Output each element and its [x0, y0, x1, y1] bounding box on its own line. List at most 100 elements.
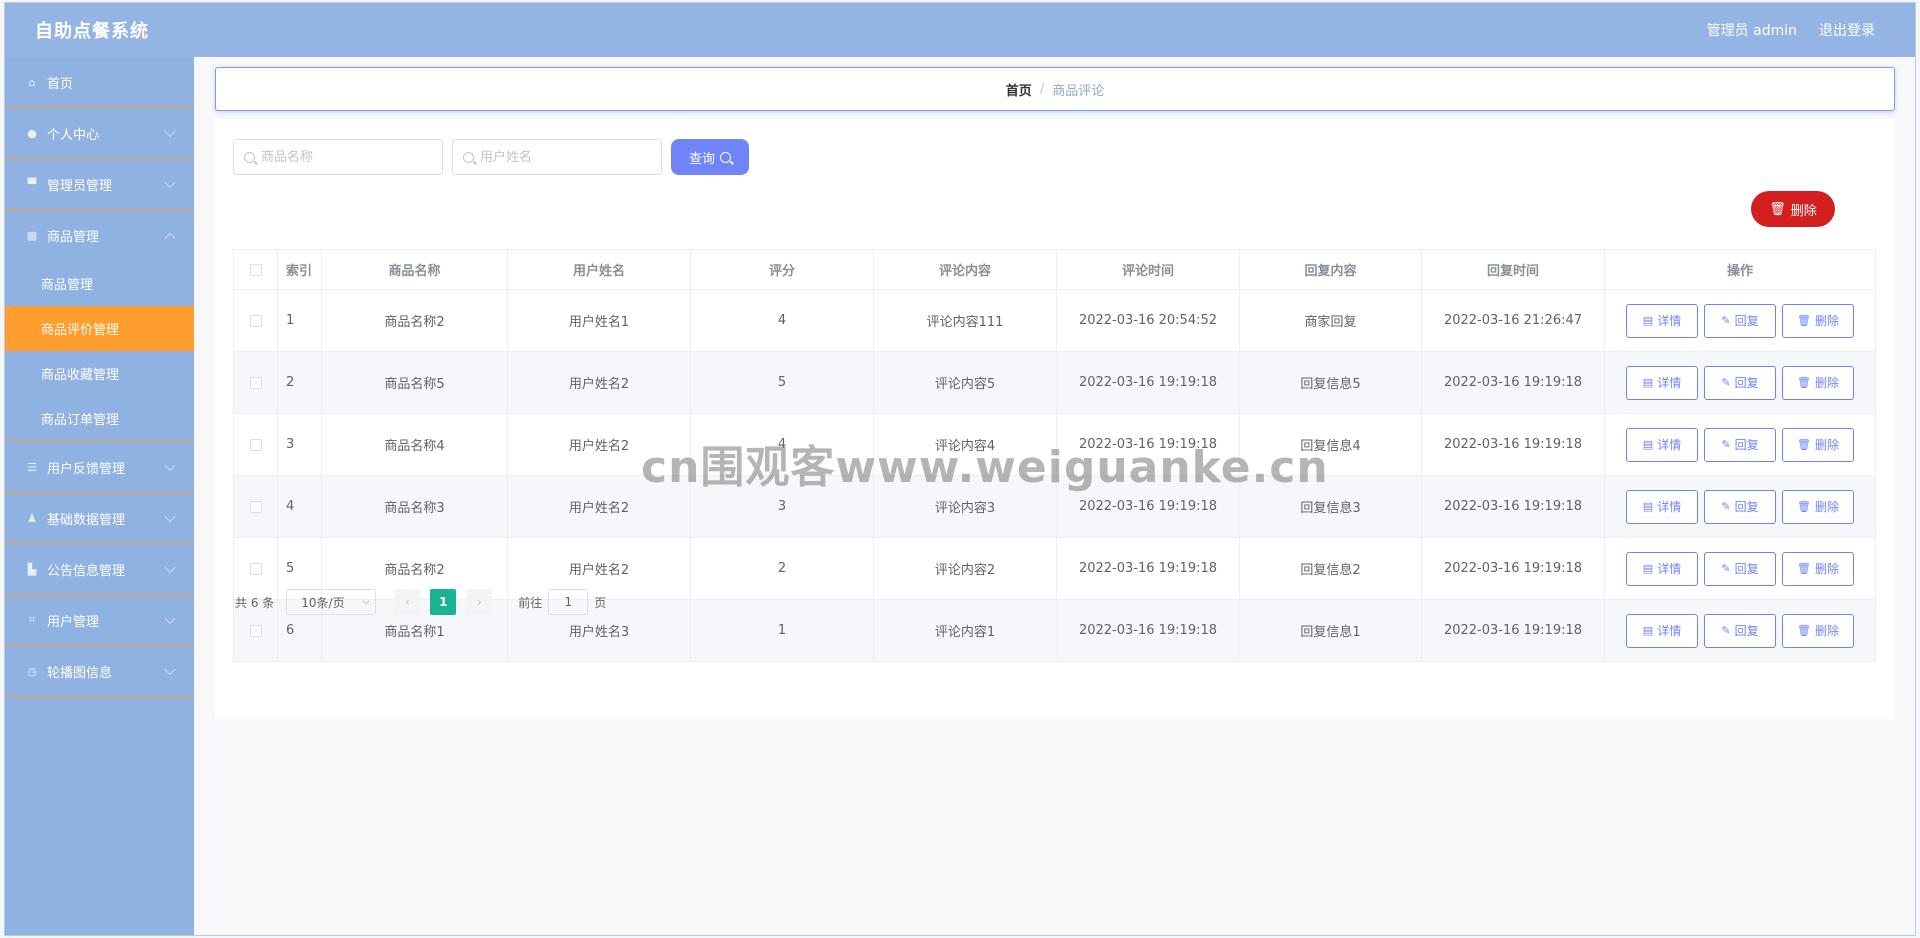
watermark-text: cn围观客www.weiguanke.cn: [641, 442, 1329, 493]
cell-comment-time: 2022-03-16 19:19:18: [1056, 599, 1240, 662]
cell-index: 2: [277, 351, 322, 414]
home-icon: ⌂: [28, 75, 36, 89]
table-row: 2 商品名称5 用户姓名2 5 评论内容5 2022-03-16 19:19:1…: [233, 351, 1876, 414]
sidebar-item-feedback-management[interactable]: ☰ 用户反馈管理: [5, 442, 194, 493]
query-label: 查询: [688, 151, 715, 167]
sidebar-item-notice-management[interactable]: ▙ 公告信息管理: [5, 544, 194, 595]
detail-button[interactable]: ▤ 详情: [1626, 551, 1698, 586]
cell-comment-time: 2022-03-16 19:19:18: [1056, 537, 1240, 600]
row-checkbox[interactable]: [249, 500, 262, 513]
row-select-cell: [233, 351, 278, 414]
prev-page-button[interactable]: ‹: [394, 589, 421, 615]
submenu-item-product-favorites[interactable]: 商品收藏管理: [5, 351, 194, 396]
sidebar-item-product-management[interactable]: ▦ 商品管理: [5, 210, 194, 261]
sidebar-item-admin-management[interactable]: ▀ 管理员管理: [5, 159, 194, 210]
column-header: 索引: [277, 249, 322, 290]
reply-label: 回复: [1734, 314, 1759, 328]
cell-comment-time: 2022-03-16 20:54:52: [1056, 289, 1240, 352]
row-checkbox[interactable]: [249, 314, 262, 327]
select-all-checkbox[interactable]: [249, 263, 262, 276]
row-select-cell: [233, 413, 278, 476]
sidebar-item-label: 用户管理: [47, 614, 100, 630]
delete-button[interactable]: 🗑 删除: [1782, 551, 1854, 586]
clock-icon: ◷: [27, 664, 37, 678]
reply-button[interactable]: ✎ 回复: [1704, 489, 1776, 524]
delete-button[interactable]: 🗑 删除: [1782, 489, 1854, 524]
current-user-label[interactable]: 管理员 admin: [1707, 20, 1797, 40]
trash-icon: 🗑: [1769, 201, 1786, 217]
row-checkbox[interactable]: [249, 376, 262, 389]
cell-comment-time: 2022-03-16 19:19:18: [1056, 351, 1240, 414]
sidebar: ⌂ 首页 ● 个人中心 ▀ 管理员管理 ▦ 商品管理 商品管理 商品评价管理 商…: [5, 57, 194, 935]
row-select-cell: [233, 475, 278, 538]
cell-actions: ▤ 详情 ✎ 回复 🗑 删除: [1604, 475, 1876, 538]
search-icon: [720, 151, 731, 163]
table-header-row: 索引 商品名称 用户姓名 评分 评论内容 评论时间 回复内容 回复时间 操作: [233, 249, 1876, 290]
detail-button[interactable]: ▤ 详情: [1626, 489, 1698, 524]
delete-button[interactable]: 🗑 删除: [1782, 303, 1854, 338]
chevron-down-icon: [362, 597, 370, 605]
product-name-search[interactable]: [233, 139, 443, 175]
page-size-select[interactable]: 10条/页: [286, 589, 377, 615]
row-checkbox[interactable]: [249, 624, 262, 637]
chevron-down-icon: [164, 125, 176, 138]
reply-button[interactable]: ✎ 回复: [1704, 365, 1776, 400]
main-content: 首页 / 商品评论 查询 🗑 删除: [194, 57, 1915, 935]
row-checkbox[interactable]: [249, 438, 262, 451]
page-number-active[interactable]: 1: [430, 589, 457, 615]
delete-button[interactable]: 🗑 删除: [1782, 613, 1854, 648]
reply-button[interactable]: ✎ 回复: [1704, 551, 1776, 586]
batch-delete-button[interactable]: 🗑 删除: [1751, 191, 1835, 227]
submenu-item-products[interactable]: 商品管理: [5, 261, 194, 306]
product-name-input[interactable]: [261, 149, 431, 165]
grid-icon: ▦: [26, 229, 38, 242]
cell-reply: 回复信息2: [1239, 537, 1422, 600]
reply-button[interactable]: ✎ 回复: [1704, 303, 1776, 338]
submenu-item-product-reviews[interactable]: 商品评价管理: [5, 306, 194, 351]
sidebar-item-personal-center[interactable]: ● 个人中心: [5, 108, 194, 159]
cell-reply-time: 2022-03-16 19:19:18: [1421, 537, 1605, 600]
detail-button[interactable]: ▤ 详情: [1626, 365, 1698, 400]
sidebar-item-label: 管理员管理: [47, 178, 113, 194]
breadcrumb-separator: /: [1039, 81, 1045, 97]
submenu-item-product-orders[interactable]: 商品订单管理: [5, 396, 194, 441]
chevron-down-icon: [164, 561, 176, 574]
breadcrumb-current: 商品评论: [1052, 83, 1105, 99]
cell-product: 商品名称5: [321, 351, 508, 414]
delete-button[interactable]: 🗑 删除: [1782, 365, 1854, 400]
logout-link[interactable]: 退出登录: [1819, 20, 1875, 40]
delete-button[interactable]: 🗑 删除: [1782, 427, 1854, 462]
chevron-up-icon: [164, 232, 176, 244]
document-icon: ▤: [1642, 624, 1654, 637]
sidebar-item-label: 基础数据管理: [47, 512, 126, 528]
sidebar-item-user-management[interactable]: ⌗ 用户管理: [5, 595, 194, 646]
detail-button[interactable]: ▤ 详情: [1626, 613, 1698, 648]
cell-score: 1: [690, 599, 874, 662]
trash-icon: 🗑: [1797, 376, 1811, 389]
row-checkbox[interactable]: [249, 562, 262, 575]
reply-button[interactable]: ✎ 回复: [1704, 427, 1776, 462]
detail-label: 详情: [1657, 438, 1682, 452]
next-page-button[interactable]: ›: [466, 589, 493, 615]
delete-label: 删除: [1814, 314, 1839, 328]
detail-button[interactable]: ▤ 详情: [1626, 427, 1698, 462]
trash-icon: 🗑: [1797, 500, 1811, 513]
reply-label: 回复: [1734, 562, 1759, 576]
column-header: 回复内容: [1239, 249, 1422, 290]
column-header: 操作: [1604, 249, 1876, 290]
detail-button[interactable]: ▤ 详情: [1626, 303, 1698, 338]
query-button[interactable]: 查询: [671, 139, 749, 175]
user-name-input[interactable]: [480, 149, 650, 165]
list-icon: ☰: [27, 460, 37, 474]
breadcrumb-home[interactable]: 首页: [1006, 80, 1032, 99]
column-header: 评分: [690, 249, 874, 290]
goto-page-input[interactable]: 1: [548, 589, 589, 615]
user-name-search[interactable]: [452, 139, 662, 175]
detail-label: 详情: [1657, 314, 1682, 328]
trash-icon: 🗑: [1797, 314, 1811, 327]
sidebar-item-label: 用户反馈管理: [47, 461, 126, 477]
sidebar-item-base-data-management[interactable]: ♟ 基础数据管理: [5, 493, 194, 544]
sidebar-item-carousel-info[interactable]: ◷ 轮播图信息: [5, 646, 194, 697]
sidebar-item-home[interactable]: ⌂ 首页: [5, 57, 194, 108]
reply-button[interactable]: ✎ 回复: [1704, 613, 1776, 648]
